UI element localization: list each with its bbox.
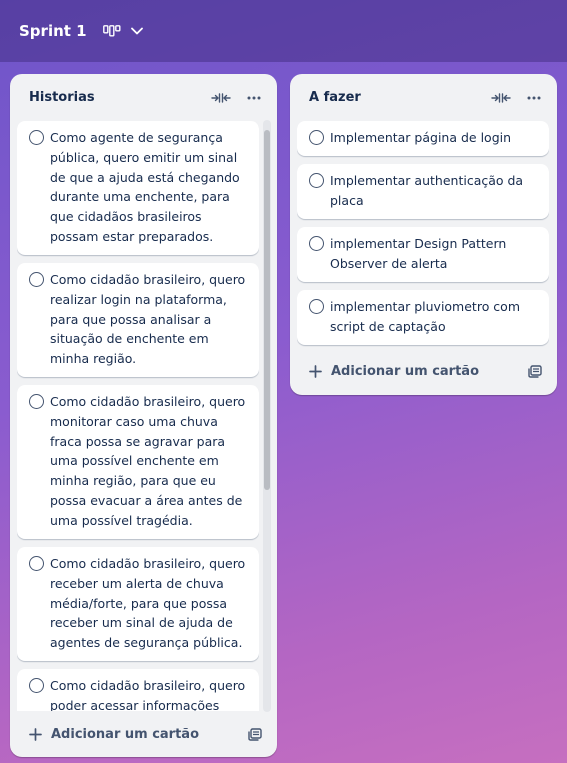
plus-icon: [27, 726, 43, 742]
card-title: Como agente de segurança pública, quero …: [50, 130, 240, 244]
card-title: implementar Design Pattern Observer de a…: [330, 236, 507, 271]
card[interactable]: Como cidadão brasileiro, quero realizar …: [17, 263, 259, 377]
scrollbar[interactable]: [263, 120, 271, 712]
complete-checkbox[interactable]: [29, 272, 44, 287]
list-title[interactable]: A fazer: [309, 90, 361, 105]
board-view-icon[interactable]: [101, 21, 123, 41]
card-title: Implementar authenticação da placa: [330, 173, 524, 208]
board-header: Sprint 1: [0, 0, 567, 62]
card[interactable]: Como cidadão brasileiro, quero receber u…: [17, 547, 259, 661]
more-icon[interactable]: [243, 88, 265, 108]
card[interactable]: Como cidadão brasileiro, quero monitorar…: [17, 385, 259, 539]
card-title: Como cidadão brasileiro, quero poder ace…: [50, 678, 246, 711]
card[interactable]: Implementar authenticação da placa: [297, 164, 549, 219]
complete-checkbox[interactable]: [29, 130, 44, 145]
complete-checkbox[interactable]: [309, 236, 324, 251]
card-list: Como agente de segurança pública, quero …: [17, 121, 259, 711]
card[interactable]: implementar Design Pattern Observer de a…: [297, 227, 549, 282]
collapse-list-icon[interactable]: [490, 88, 512, 108]
complete-checkbox[interactable]: [309, 173, 324, 188]
plus-icon: [307, 363, 323, 379]
card[interactable]: Como cidadão brasileiro, quero poder ace…: [17, 669, 259, 711]
board-title[interactable]: Sprint 1: [19, 22, 87, 40]
complete-checkbox[interactable]: [29, 394, 44, 409]
list-header: A fazer: [290, 74, 557, 122]
collapse-list-icon[interactable]: [210, 88, 232, 108]
more-icon[interactable]: [523, 88, 545, 108]
chevron-down-icon[interactable]: [129, 23, 145, 39]
complete-checkbox[interactable]: [309, 130, 324, 145]
list-header: Historias: [10, 74, 277, 122]
card-template-icon[interactable]: [247, 726, 263, 742]
list-a-fazer: A fazer Implementar página de login Impl…: [290, 74, 557, 395]
add-card-label: Adicionar um cartão: [331, 363, 480, 379]
card-template-icon[interactable]: [527, 363, 543, 379]
card-title: Como cidadão brasileiro, quero monitorar…: [50, 394, 246, 528]
complete-checkbox[interactable]: [29, 556, 44, 571]
card[interactable]: Como agente de segurança pública, quero …: [17, 121, 259, 255]
card[interactable]: Implementar página de login: [297, 121, 549, 156]
card-list: Implementar página de login Implementar …: [297, 121, 549, 349]
scrollbar-thumb[interactable]: [264, 130, 270, 490]
card-title: Como cidadão brasileiro, quero realizar …: [50, 272, 246, 367]
card[interactable]: implementar pluviometro com script de ca…: [297, 290, 549, 345]
card-title: Implementar página de login: [330, 130, 512, 145]
complete-checkbox[interactable]: [309, 299, 324, 314]
card-title: Como cidadão brasileiro, quero receber u…: [50, 556, 246, 651]
add-card-button[interactable]: Adicionar um cartão: [307, 357, 479, 385]
complete-checkbox[interactable]: [29, 678, 44, 693]
add-card-label: Adicionar um cartão: [51, 726, 200, 742]
add-card-button[interactable]: Adicionar um cartão: [27, 720, 199, 748]
card-title: implementar pluviometro com script de ca…: [330, 299, 521, 334]
list-title[interactable]: Historias: [29, 90, 95, 105]
list-historias: Historias Como agente de segurança públi…: [10, 74, 277, 757]
